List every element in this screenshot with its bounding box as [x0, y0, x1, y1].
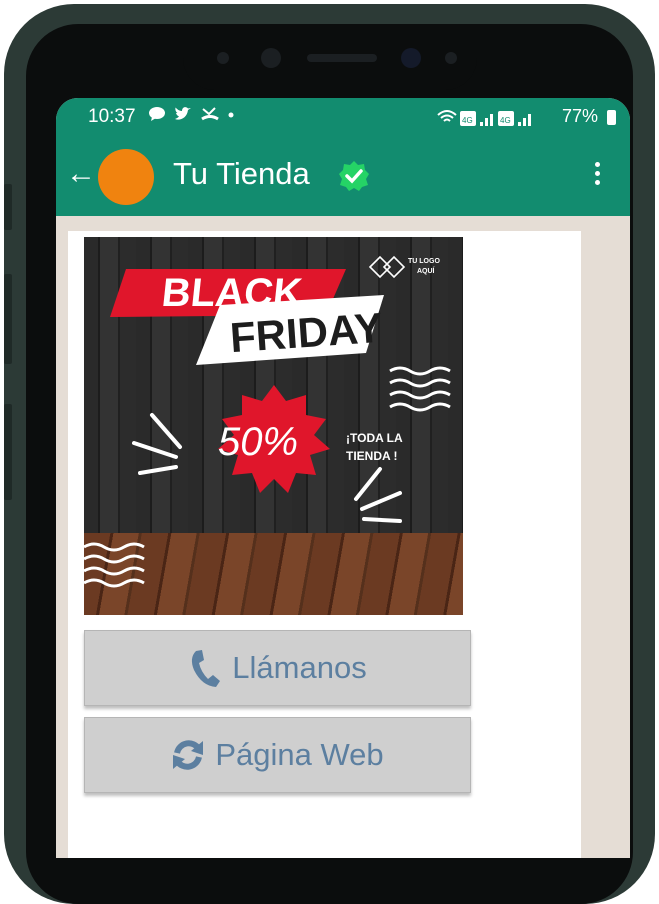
logo-placeholder-icon: [368, 255, 406, 279]
phone-icon: [192, 650, 221, 687]
more-options-icon[interactable]: [595, 162, 601, 189]
wave-lines: [389, 366, 451, 412]
call-button[interactable]: Llámanos: [84, 630, 471, 706]
promo-black-text: BLACK: [159, 271, 305, 315]
svg-text:4G: 4G: [500, 116, 511, 125]
message-bubble: BLACK FRIDAY TU LOGO AQUÍ 50% ¡TODA LA T…: [68, 231, 581, 858]
burst-lines: [132, 413, 182, 475]
chat-header: ← Tu Tienda: [56, 138, 630, 216]
svg-text:4G: 4G: [462, 116, 473, 125]
signal-1-icon: [480, 122, 483, 126]
phone-side-button: [4, 404, 12, 500]
tagline-text-1: ¡TODA LA: [346, 431, 403, 445]
missed-call-icon: [201, 107, 219, 121]
website-button-label: Página Web: [215, 737, 384, 772]
chat-bubble-icon: [149, 107, 165, 121]
sensor-icon: [217, 52, 229, 64]
status-time: 10:37: [88, 106, 136, 127]
front-camera-icon: [401, 48, 421, 68]
phone-screen: 10:37 4G 4G 77% ← Tu Tienda BLACK FRIDAY…: [56, 98, 630, 858]
promo-image[interactable]: BLACK FRIDAY TU LOGO AQUÍ 50% ¡TODA LA T…: [84, 237, 463, 615]
discount-text: 50%: [218, 420, 299, 464]
battery-percent: 77%: [561, 106, 598, 126]
burst-lines: [354, 467, 402, 523]
sensor-icon: [445, 52, 457, 64]
notification-icons: [148, 106, 235, 125]
twitter-icon: [175, 107, 192, 120]
logo-placeholder-text-1: TU LOGO: [408, 258, 440, 265]
network-status-icons: 4G 4G: [437, 110, 531, 126]
status-bar: 10:37 4G 4G 77%: [56, 98, 630, 138]
wifi-icon: [437, 110, 457, 122]
sensor-icon: [261, 48, 281, 68]
phone-side-button: [4, 184, 12, 230]
website-button[interactable]: Página Web: [84, 717, 471, 793]
logo-placeholder-text-2: AQUÍ: [417, 268, 435, 275]
contact-avatar[interactable]: [98, 149, 154, 205]
call-button-label: Llámanos: [232, 650, 367, 685]
speaker-grille: [307, 54, 377, 62]
contact-name[interactable]: Tu Tienda: [173, 156, 310, 192]
phone-side-button: [4, 274, 12, 364]
verified-badge-icon: [339, 161, 369, 191]
refresh-icon: [173, 740, 204, 770]
battery-icon: [607, 110, 616, 125]
dot-icon: [228, 112, 234, 118]
signal-2-icon: [518, 122, 521, 126]
phone-notch: [183, 26, 477, 90]
back-arrow-icon[interactable]: ←: [66, 156, 96, 192]
wave-lines: [84, 542, 145, 588]
tagline-text-2: TIENDA !: [346, 449, 398, 463]
